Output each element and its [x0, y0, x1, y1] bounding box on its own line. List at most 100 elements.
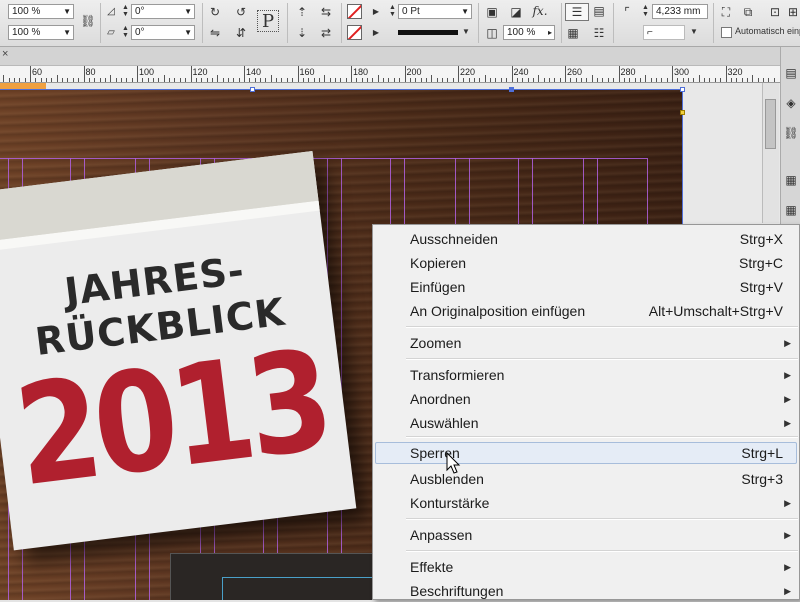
select-previous-icon[interactable]: ⇆	[318, 4, 334, 20]
layers-panel-icon[interactable]: ◈	[783, 95, 799, 111]
chevron-right-icon[interactable]: ▶	[368, 4, 384, 20]
opacity-field[interactable]: 100 % ▸	[503, 25, 555, 40]
select-next-icon[interactable]: ⇄	[318, 25, 334, 41]
shear-field[interactable]: 0° ▼	[131, 25, 195, 40]
flip-vertical-icon[interactable]: ⇵	[233, 25, 249, 41]
dimension-field[interactable]: 4,233 mm	[652, 4, 708, 19]
submenu-arrow-icon: ▶	[784, 338, 791, 348]
rotate-ccw-icon[interactable]: ↺	[233, 4, 249, 20]
ruler-tick	[174, 78, 176, 82]
ruler-tick	[190, 66, 192, 82]
ruler-tick	[340, 78, 342, 82]
submenu-arrow-icon: ▶	[784, 370, 791, 380]
text-wrap-shape-icon[interactable]: ▦	[565, 25, 581, 41]
fit-frame-icon[interactable]: ⧉	[740, 4, 756, 20]
stroke-type-preview[interactable]	[398, 30, 458, 35]
menu-item-sperren[interactable]: Sperren Strg+L	[375, 442, 797, 464]
corner-shape-dropdown[interactable]: ⌐	[643, 25, 685, 40]
chevron-down-icon[interactable]: ▼	[184, 6, 192, 18]
menu-item-an-originalposition-einfügen[interactable]: An Originalposition einfügen Alt+Umschalt…	[375, 300, 797, 322]
chevron-right-icon[interactable]: ▸	[548, 27, 552, 39]
rotation-field[interactable]: 0° ▼	[131, 4, 195, 19]
links-panel-icon[interactable]: ⛓	[783, 125, 799, 141]
stroke-swatch[interactable]	[347, 25, 362, 40]
close-icon[interactable]: ×	[2, 48, 8, 60]
ruler-tick	[377, 75, 379, 82]
inner-text-frame[interactable]	[222, 577, 384, 600]
menu-item-ausblenden[interactable]: Ausblenden Strg+3	[375, 468, 797, 490]
menu-item-beschriftungen[interactable]: Beschriftungen ▶	[375, 580, 797, 602]
flip-horizontal-icon[interactable]: ⇋	[207, 25, 223, 41]
scale-y-value: 100 %	[12, 27, 41, 38]
rotation-stepper[interactable]: ▲ ▼	[121, 4, 130, 19]
context-menu: Ausschneiden Strg+X Kopieren Strg+C Einfügen…	[372, 224, 800, 600]
horizontal-ruler[interactable]: 60 80 100 120 140 160 180 200 220 240 260 280 300 320	[0, 66, 780, 83]
frame-fitting-icon[interactable]: ▣	[484, 4, 500, 20]
stroke-panel-icon[interactable]: ▦	[783, 172, 799, 188]
swatches-panel-icon[interactable]: ▦	[783, 202, 799, 218]
ruler-tick	[441, 78, 443, 82]
ruler-tick	[479, 78, 481, 82]
auto-fit-checkbox[interactable]	[721, 27, 732, 38]
text-wrap-box-icon[interactable]: ▤	[591, 3, 607, 19]
menu-item-transformieren[interactable]: Transformieren ▶	[375, 364, 797, 386]
menu-item-zoomen[interactable]: Zoomen ▶	[375, 332, 797, 354]
menu-item-anpassen[interactable]: Anpassen ▶	[375, 524, 797, 546]
scale-x-field[interactable]: 100 % ▼	[8, 4, 74, 19]
ruler-tick	[78, 78, 80, 82]
ruler-tick	[543, 78, 545, 82]
scale-y-field[interactable]: 100 % ▼	[8, 25, 74, 40]
menu-item-einfügen[interactable]: Einfügen Strg+V	[375, 276, 797, 298]
menu-item-ausschneiden[interactable]: Ausschneiden Strg+X	[375, 228, 797, 250]
pages-panel-icon[interactable]: ▤	[783, 65, 799, 81]
corner-shape-icon: ⌐	[647, 27, 653, 38]
chevron-down-icon[interactable]: ▼	[458, 24, 474, 40]
chevron-down-icon[interactable]: ▼	[63, 27, 71, 39]
rotate-cw-icon[interactable]: ↻	[207, 4, 223, 20]
ruler-tick	[586, 78, 588, 82]
text-wrap-jump-icon[interactable]: ☷	[591, 25, 607, 41]
column-guide[interactable]	[341, 158, 342, 600]
selection-handle-top-left[interactable]	[250, 87, 255, 92]
corner-options-icon[interactable]: ⌜	[619, 4, 635, 20]
ruler-tick	[244, 66, 245, 82]
select-content-icon[interactable]: ⇣	[294, 25, 310, 41]
shear-stepper[interactable]: ▲ ▼	[121, 25, 130, 40]
effects-fx-icon[interactable]: fx.	[532, 3, 548, 19]
select-container-icon[interactable]: ⇡	[294, 4, 310, 20]
fill-frame-icon[interactable]: ⊡	[767, 4, 783, 20]
text-wrap-none-icon[interactable]: ☰	[565, 3, 589, 21]
constrain-proportions-icon[interactable]: ⛓	[80, 13, 96, 29]
drop-shadow-icon[interactable]: ◪	[508, 4, 524, 20]
menu-item-konturstärke[interactable]: Konturstärke ▶	[375, 492, 797, 514]
ruler-tick	[495, 78, 497, 82]
dimension-stepper[interactable]: ▲ ▼	[641, 4, 650, 19]
calendar-image[interactable]: JAHRES- RÜCKBLICK 2013	[0, 150, 357, 551]
chevron-down-icon[interactable]: ▼	[63, 6, 71, 18]
chevron-right-icon[interactable]: ▶	[368, 25, 384, 41]
live-corner-handle[interactable]	[680, 110, 685, 115]
margin-guide[interactable]	[0, 158, 647, 159]
chevron-down-icon[interactable]: ▼	[461, 6, 469, 18]
stroke-weight-field[interactable]: 0 Pt ▼	[398, 4, 472, 19]
center-content-icon[interactable]: ⊞	[785, 4, 800, 20]
menu-item-anordnen[interactable]: Anordnen ▶	[375, 388, 797, 410]
chevron-down-icon[interactable]: ▼	[184, 27, 192, 39]
menu-item-effekte[interactable]: Effekte ▶	[375, 556, 797, 578]
submenu-arrow-icon: ▶	[784, 498, 791, 508]
reference-point-icon[interactable]: P	[257, 10, 279, 32]
chevron-down-icon[interactable]: ▼	[686, 24, 702, 40]
menu-separator	[406, 358, 798, 360]
ruler-tick	[768, 78, 770, 82]
scrollbar-thumb[interactable]	[765, 99, 776, 149]
ruler-tick	[581, 78, 583, 82]
fit-content-icon[interactable]: ⛶	[718, 4, 734, 20]
menu-item-auswählen[interactable]: Auswählen ▶	[375, 412, 797, 434]
vertical-scrollbar[interactable]	[762, 83, 779, 223]
fill-swatch[interactable]	[347, 4, 362, 19]
menu-separator	[406, 550, 798, 552]
selection-handle-top-center[interactable]	[509, 87, 514, 92]
menu-item-kopieren[interactable]: Kopieren Strg+C	[375, 252, 797, 274]
selection-handle-top-right[interactable]	[680, 87, 685, 92]
stroke-weight-stepper[interactable]: ▲ ▼	[388, 4, 397, 19]
